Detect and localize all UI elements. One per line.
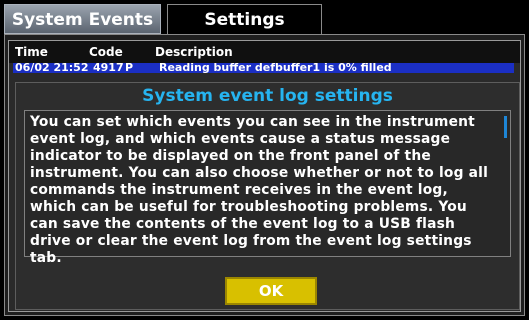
- dialog-message-box: You can set which events you can see in …: [24, 110, 511, 266]
- dialog-message: You can set which events you can see in …: [30, 114, 489, 266]
- row-description: Reading buffer defbuffer1 is 0% filled: [159, 63, 392, 73]
- row-time: 06/02 21:52: [15, 63, 89, 73]
- column-header-description[interactable]: Description: [155, 45, 233, 59]
- column-header-time[interactable]: Time: [15, 45, 48, 59]
- ok-button[interactable]: OK: [225, 277, 317, 305]
- tab-system-events[interactable]: System Events: [4, 4, 161, 34]
- tab-bar: System Events Settings: [0, 0, 529, 34]
- settings-dialog: System event log settings You can set wh…: [15, 82, 520, 310]
- dialog-title: System event log settings: [142, 86, 393, 106]
- row-flag: P: [125, 63, 134, 73]
- column-header-code[interactable]: Code: [89, 45, 123, 59]
- table-row[interactable]: 06/02 21:52 4917 P Reading buffer defbuf…: [13, 63, 514, 73]
- table-header: Time Code Description: [9, 41, 520, 63]
- tab-settings[interactable]: Settings: [167, 4, 322, 34]
- scrollbar[interactable]: [504, 116, 507, 138]
- row-code: 4917: [93, 63, 124, 73]
